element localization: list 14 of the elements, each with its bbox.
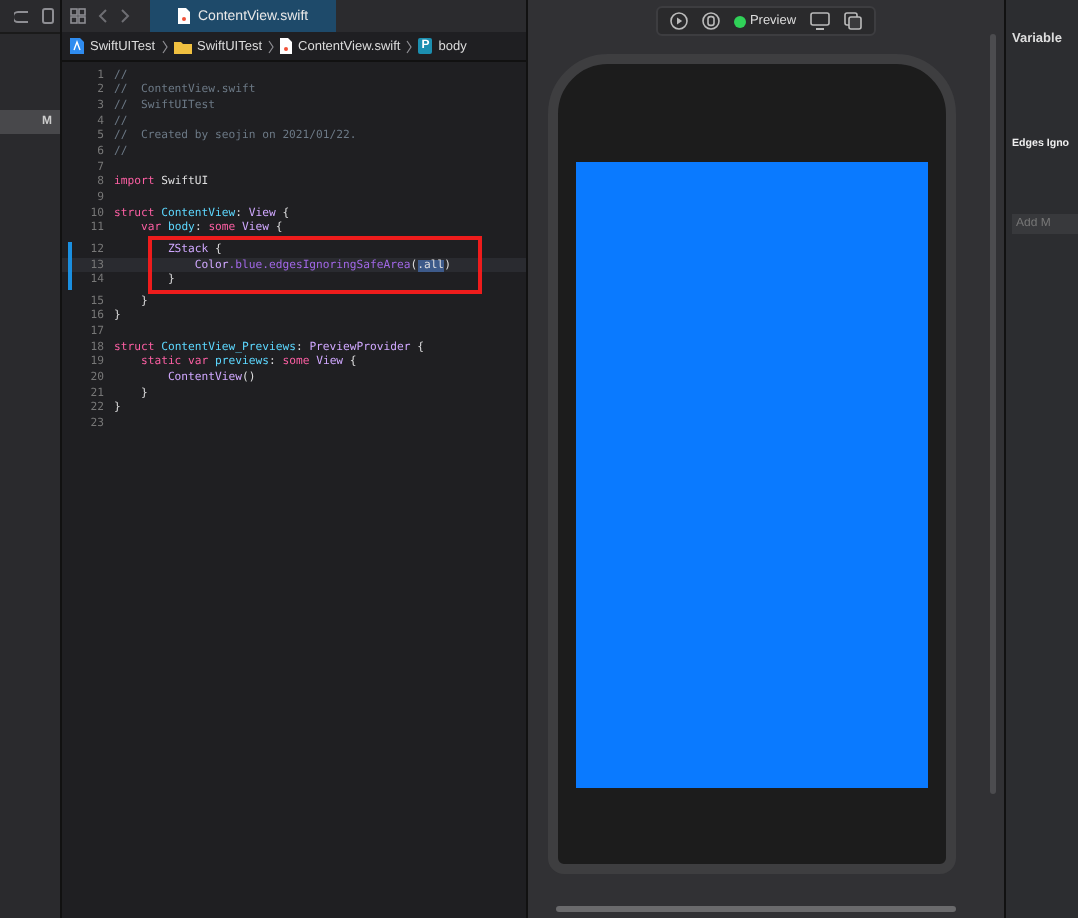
chevron-icon (161, 39, 168, 53)
chevron-icon (406, 39, 413, 53)
folder-icon (173, 39, 192, 53)
device-icon[interactable] (810, 12, 831, 30)
file-icon (280, 38, 293, 54)
chevron-icon (268, 39, 275, 53)
project-icon (70, 38, 84, 54)
scrollbar[interactable] (556, 906, 956, 912)
panel-icon[interactable] (42, 8, 54, 24)
grid-icon[interactable] (70, 8, 86, 24)
play-icon[interactable] (669, 12, 688, 30)
inspect-icon[interactable] (701, 12, 720, 30)
swift-file-icon (178, 8, 190, 24)
duplicate-icon[interactable] (844, 12, 863, 30)
